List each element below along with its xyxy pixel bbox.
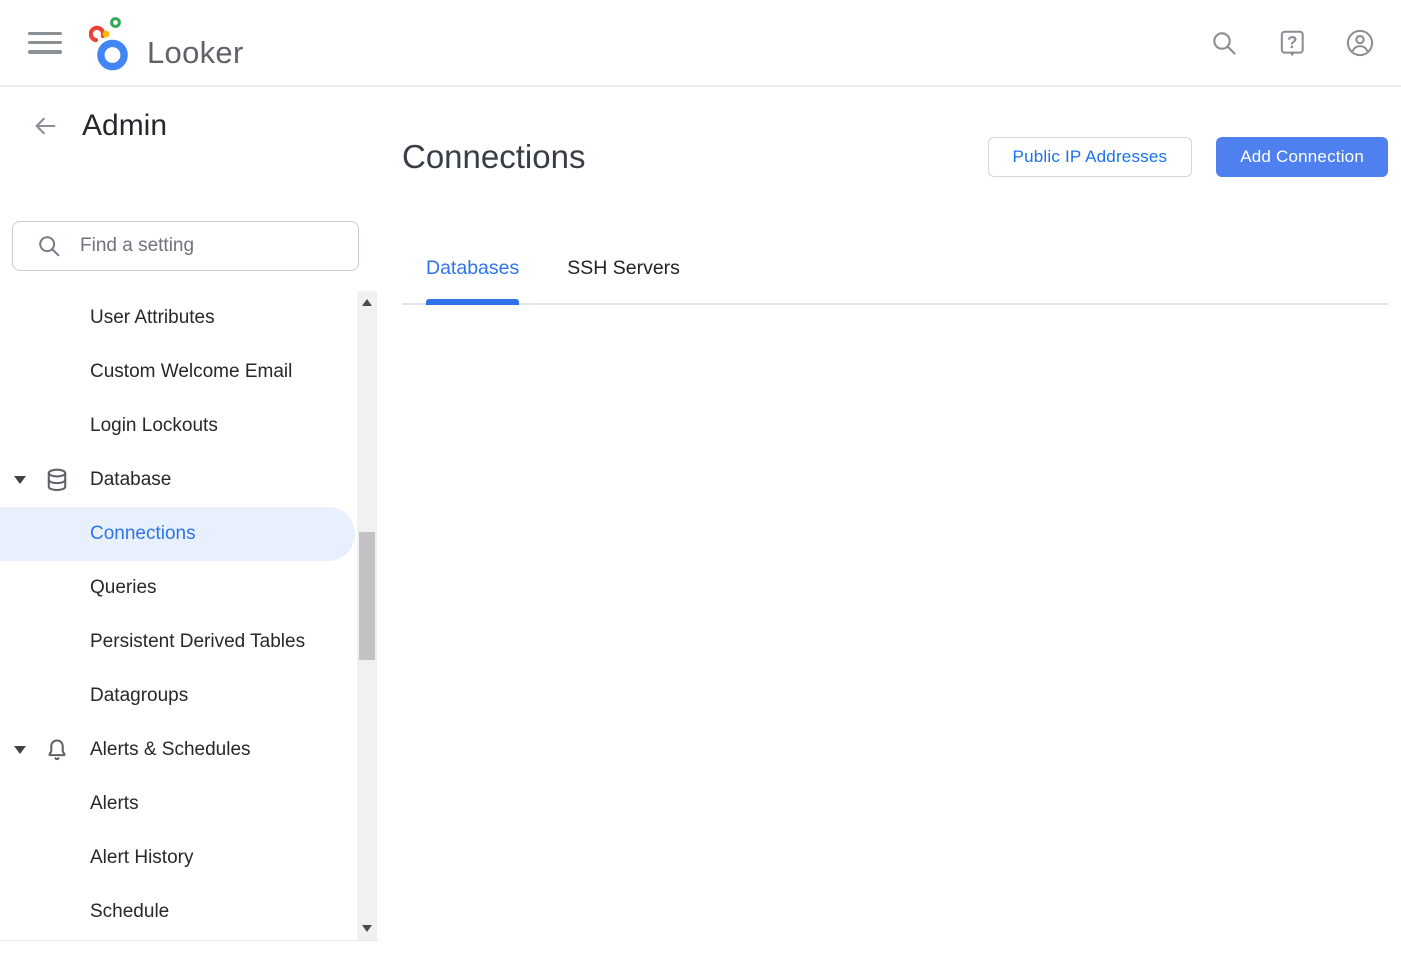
sidebar-divider [0, 940, 378, 941]
database-icon [44, 467, 70, 493]
admin-nav-list: User Attributes Custom Welcome Email Log… [0, 291, 378, 939]
svg-text:?: ? [1287, 31, 1297, 51]
caret-down-icon[interactable] [14, 746, 26, 754]
sidebar-item-persistent-derived-tables[interactable]: Persistent Derived Tables [0, 615, 378, 669]
connections-tabs: Databases SSH Servers [402, 255, 1388, 305]
back-arrow-icon[interactable] [30, 111, 60, 141]
admin-sidebar: Admin User Attributes Custom Welcome Ema… [0, 87, 378, 961]
looker-logo-icon [89, 15, 135, 71]
account-icon[interactable] [1345, 28, 1375, 58]
search-icon [36, 233, 62, 259]
sidebar-item-user-attributes[interactable]: User Attributes [0, 291, 378, 345]
help-icon[interactable]: ? [1277, 28, 1307, 58]
sidebar-item-schedule[interactable]: Schedule [0, 885, 378, 939]
connections-page: Connections Public IP Addresses Add Conn… [378, 87, 1401, 961]
tab-ssh-servers[interactable]: SSH Servers [567, 255, 680, 303]
tab-databases[interactable]: Databases [426, 255, 519, 303]
public-ip-addresses-button[interactable]: Public IP Addresses [988, 137, 1193, 177]
caret-down-icon[interactable] [14, 476, 26, 484]
page-title: Connections [402, 137, 585, 177]
scrollbar-thumb[interactable] [359, 532, 375, 660]
sidebar-item-custom-welcome-email[interactable]: Custom Welcome Email [0, 345, 378, 399]
search-input[interactable] [80, 235, 320, 257]
hamburger-menu-icon[interactable] [28, 30, 64, 56]
sidebar-section-database[interactable]: Database [0, 453, 378, 507]
sidebar-item-datagroups[interactable]: Datagroups [0, 669, 378, 723]
find-setting-search[interactable] [12, 221, 359, 271]
sidebar-item-queries[interactable]: Queries [0, 561, 378, 615]
sidebar-item-alerts[interactable]: Alerts [0, 777, 378, 831]
scroll-up-icon[interactable] [362, 299, 372, 306]
top-app-bar: Looker ? [0, 0, 1401, 87]
scroll-down-icon[interactable] [362, 925, 372, 932]
add-connection-button[interactable]: Add Connection [1216, 137, 1388, 177]
looker-logo: Looker [89, 15, 244, 71]
sidebar-item-connections[interactable]: Connections [0, 507, 355, 561]
search-icon[interactable] [1209, 28, 1239, 58]
sidebar-scrollbar[interactable] [357, 291, 377, 940]
sidebar-item-alert-history[interactable]: Alert History [0, 831, 378, 885]
bell-icon [44, 737, 70, 763]
sidebar-title: Admin [82, 109, 167, 143]
app-name: Looker [147, 37, 244, 71]
sidebar-item-login-lockouts[interactable]: Login Lockouts [0, 399, 378, 453]
sidebar-section-alerts-schedules[interactable]: Alerts & Schedules [0, 723, 378, 777]
